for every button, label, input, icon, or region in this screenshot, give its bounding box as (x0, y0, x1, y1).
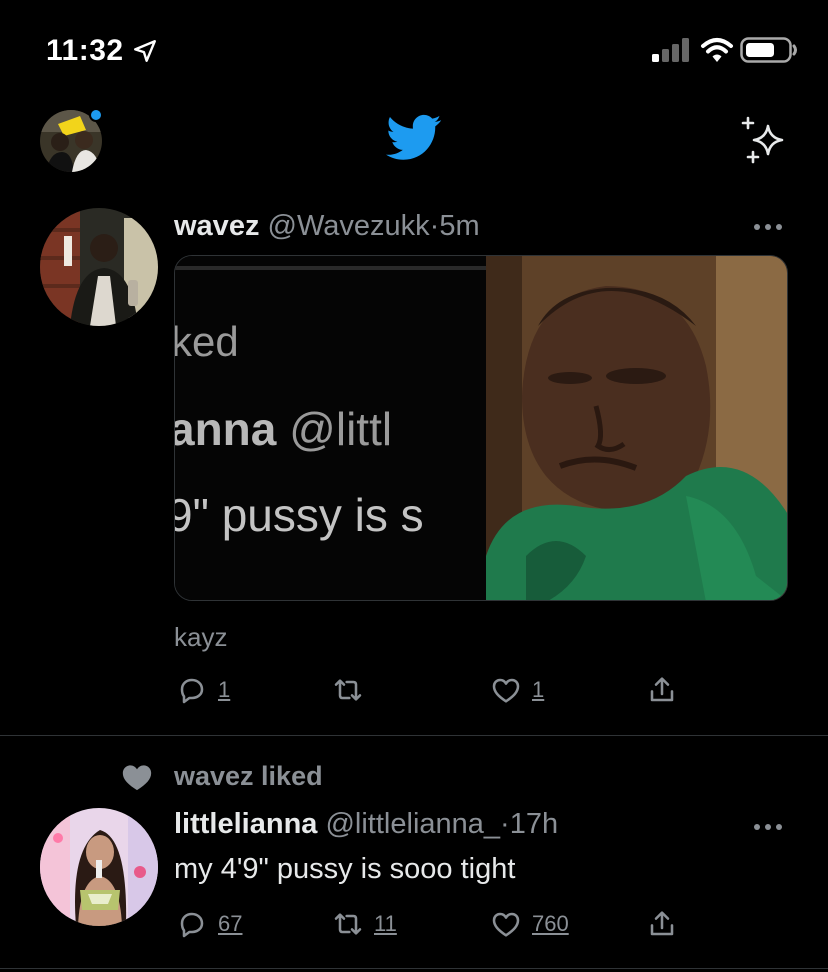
retweet-button[interactable] (332, 674, 374, 706)
share-button[interactable] (646, 674, 678, 706)
status-bar: 11:32 (0, 0, 828, 100)
retweet-button[interactable]: 11 (332, 908, 397, 940)
tweet-divider (0, 968, 828, 969)
tweet-timestamp[interactable]: 5m (439, 210, 479, 242)
twitter-bird-icon[interactable] (386, 114, 442, 162)
reply-button[interactable]: 67 (176, 908, 242, 940)
sparkle-icon[interactable] (738, 114, 790, 166)
reply-count: 1 (218, 677, 231, 702)
heart-icon (492, 678, 520, 703)
location-arrow-icon (134, 40, 156, 62)
notification-dot (89, 108, 103, 122)
share-icon (650, 911, 674, 936)
author-handle[interactable]: @littlelianna_ (325, 808, 500, 840)
header-separator: · (500, 808, 510, 840)
like-count: 1 (532, 677, 545, 702)
retweet-icon (334, 913, 362, 935)
crop-text-line2-rest: @littl (276, 403, 393, 455)
like-count: 760 (532, 911, 569, 936)
author-name[interactable]: wavez (174, 210, 259, 242)
reply-icon (180, 912, 204, 938)
retweet-icon (334, 679, 362, 701)
header-separator: · (429, 210, 440, 242)
author-avatar-image (40, 208, 158, 326)
author-avatar-image (40, 808, 158, 926)
more-dots-icon[interactable] (752, 222, 784, 232)
media-photo[interactable] (486, 256, 787, 600)
retweet-count: 11 (374, 911, 397, 936)
tweet-media[interactable]: ked anna @littl 9" pussy is s (174, 255, 788, 601)
reply-icon (180, 678, 204, 704)
reaction-photo-image (486, 256, 787, 600)
tweet-header: littlelianna @littlelianna_·17h (174, 808, 558, 841)
reply-button[interactable]: 1 (176, 674, 230, 706)
crop-text-line1: ked (175, 318, 239, 365)
share-button[interactable] (646, 908, 678, 940)
heart-icon (492, 912, 520, 937)
media-caption: kayz (174, 622, 228, 652)
like-button[interactable]: 760 (490, 908, 569, 940)
tweet-header: wavez @Wavezukk·5m (174, 210, 480, 243)
battery-icon (740, 37, 797, 63)
author-name[interactable]: littlelianna (174, 808, 317, 840)
tweet-divider (0, 735, 828, 736)
wifi-icon (701, 38, 733, 62)
crop-text-line3: 9" pussy is s (175, 489, 424, 541)
like-button[interactable]: 1 (490, 674, 544, 706)
status-time: 11:32 (46, 34, 124, 67)
crop-text-line2: anna @littl (175, 402, 392, 456)
tweet-text: my 4'9" pussy is sooo tight (174, 853, 516, 885)
reply-count: 67 (218, 911, 243, 936)
media-screenshot-crop[interactable]: ked anna @littl 9" pussy is s (175, 256, 486, 600)
share-icon (650, 677, 674, 702)
crop-divider (175, 266, 486, 270)
author-handle[interactable]: @Wavezukk (268, 210, 430, 242)
liked-context-text[interactable]: wavez liked (174, 761, 323, 792)
social-context: wavez liked (120, 760, 323, 792)
heart-filled-icon (122, 765, 152, 791)
more-dots-icon[interactable] (752, 822, 784, 832)
tweet-timestamp[interactable]: 17h (510, 808, 558, 840)
cellular-signal-icon (652, 38, 689, 62)
crop-text-line2-bold: anna (175, 403, 277, 455)
top-navigation-bar (0, 100, 828, 188)
tweet-author-avatar[interactable] (40, 208, 158, 326)
tweet-author-avatar[interactable] (40, 808, 158, 926)
